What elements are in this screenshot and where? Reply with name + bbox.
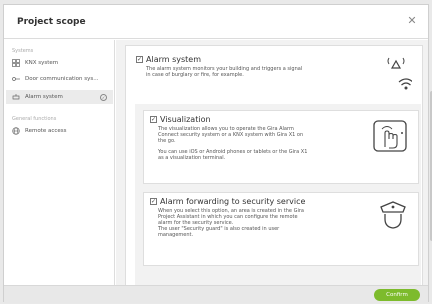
- alarm-system-title[interactable]: ✓ Alarm system: [136, 55, 201, 64]
- sidebar-item-label: Door communication sys...: [25, 76, 99, 82]
- dialog-footer: Confirm: [4, 285, 428, 303]
- knx-grid-icon: [12, 59, 20, 67]
- sidebar-item-label: Remote access: [25, 128, 67, 134]
- dialog-header: Project scope ✕: [4, 5, 428, 39]
- alarm-system-card: ✓ Alarm system The alarm system monitors…: [125, 45, 423, 285]
- close-icon[interactable]: ✕: [406, 15, 418, 27]
- visualization-title[interactable]: ✓ Visualization: [150, 115, 211, 124]
- sidebar-item-door-communication[interactable]: Door communication sys...: [6, 72, 113, 86]
- forwarding-title-label: Alarm forwarding to security service: [160, 197, 306, 206]
- touch-screen-icon: [372, 119, 408, 155]
- project-scope-dialog: Project scope ✕ Systems KNX system Door …: [3, 4, 432, 303]
- visualization-checkbox[interactable]: ✓: [150, 116, 157, 123]
- desc-line: management.: [158, 232, 194, 238]
- sidebar-item-label: Alarm system: [25, 94, 63, 100]
- forwarding-title[interactable]: ✓ Alarm forwarding to security service: [150, 197, 305, 206]
- alarm-wifi-icon: [382, 54, 414, 94]
- door-key-icon: [12, 75, 20, 83]
- content-panel: ✓ Alarm system The alarm system monitors…: [116, 40, 428, 285]
- alarm-system-description: The alarm system monitors your building …: [146, 66, 346, 78]
- sidebar-item-knx[interactable]: KNX system: [6, 56, 113, 70]
- visualization-description: The visualization allows you to operate …: [158, 126, 348, 161]
- visualization-title-label: Visualization: [160, 115, 211, 124]
- desc-line: in case of burglary or fire, for example…: [146, 72, 244, 78]
- security-guard-icon: [378, 199, 408, 231]
- check-circle-icon: ✓: [100, 93, 107, 101]
- globe-icon: [12, 127, 20, 135]
- visualization-section: ✓ Visualization The visualization allows…: [135, 104, 421, 184]
- forwarding-checkbox[interactable]: ✓: [150, 198, 157, 205]
- sidebar-item-alarm-system[interactable]: Alarm system ✓: [6, 90, 113, 104]
- forwarding-section: ✓ Alarm forwarding to security service W…: [135, 184, 421, 285]
- confirm-button[interactable]: Confirm: [374, 289, 420, 301]
- sidebar: Systems KNX system Door communication sy…: [4, 40, 115, 285]
- desc-line: as a visualization terminal.: [158, 155, 226, 161]
- alarm-system-checkbox[interactable]: ✓: [136, 56, 143, 63]
- sidebar-item-label: KNX system: [25, 60, 59, 66]
- sidebar-item-remote-access[interactable]: Remote access: [6, 124, 113, 138]
- alarm-system-title-label: Alarm system: [146, 55, 202, 64]
- forwarding-card: ✓ Alarm forwarding to security service W…: [143, 192, 419, 266]
- systems-section-label: Systems: [12, 48, 34, 54]
- forwarding-description: When you select this option, an area is …: [158, 208, 358, 238]
- visualization-card: ✓ Visualization The visualization allows…: [143, 110, 419, 184]
- dialog-title: Project scope: [17, 17, 86, 27]
- alarm-icon: [12, 93, 20, 101]
- general-functions-label: General functions: [12, 116, 57, 122]
